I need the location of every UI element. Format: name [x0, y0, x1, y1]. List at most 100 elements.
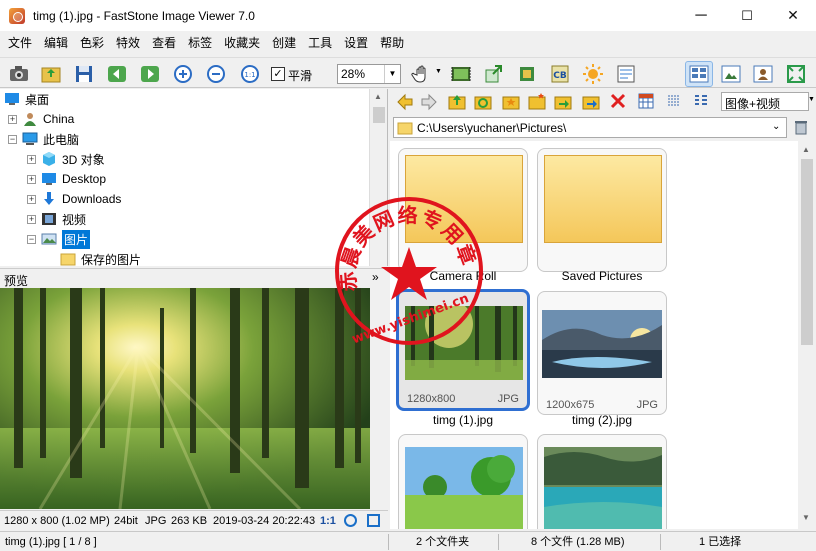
menu-settings[interactable]: 设置	[338, 31, 374, 56]
info-bits: 24bit	[114, 515, 138, 527]
menu-tools[interactable]: 工具	[302, 31, 338, 56]
menu-favorites[interactable]: 收藏夹	[218, 31, 266, 56]
watermark-stamp: 赤晨美网络专用章 www.yishimei.cn	[335, 197, 483, 347]
thumbnail-resolution: 1280x800	[407, 393, 456, 405]
tree-item-saved-pictures[interactable]: 保存的图片	[60, 249, 141, 266]
preview-image[interactable]	[0, 288, 370, 509]
list-view-icon[interactable]	[693, 93, 709, 109]
expander-downloads[interactable]: +	[27, 195, 36, 204]
close-button[interactable]: ✕	[770, 0, 816, 31]
tree-item-this-pc[interactable]: 此电脑	[22, 129, 79, 149]
previous-icon[interactable]	[106, 63, 128, 85]
tree-item-downloads[interactable]: Downloads	[41, 189, 121, 209]
actual-size-icon[interactable]: 1:1	[239, 63, 261, 85]
menu-tags[interactable]: 标签	[182, 31, 218, 56]
crop-icon[interactable]	[516, 63, 538, 85]
scroll-thumb[interactable]	[801, 159, 813, 345]
expander-china[interactable]: +	[8, 115, 17, 124]
fit-icon[interactable]	[344, 514, 357, 527]
layout-preview-icon[interactable]	[720, 63, 742, 85]
desktop-icon	[5, 93, 19, 105]
tree-item-videos[interactable]: 视频	[41, 209, 86, 229]
scroll-up-icon[interactable]: ▲	[802, 145, 810, 154]
menu-view[interactable]: 查看	[146, 31, 182, 56]
preview-header: 预览 »	[0, 268, 388, 288]
copy-to-icon[interactable]	[554, 92, 572, 110]
app-window: timg (1).jpg - FastStone Image Viewer 7.…	[0, 0, 816, 551]
minimize-button[interactable]: ─	[678, 0, 724, 31]
expander-3d-objects[interactable]: +	[27, 155, 36, 164]
hand-dropdown-icon[interactable]: ▼	[435, 68, 442, 75]
view-mode-select[interactable]: 图像+视频 ▼	[721, 92, 815, 111]
brightness-icon[interactable]	[582, 63, 604, 85]
thumbnail-saved-pictures[interactable]	[537, 148, 667, 272]
tree-item-label: 桌面	[25, 92, 50, 107]
menu-effects[interactable]: 特效	[110, 31, 146, 56]
fullsize-icon[interactable]	[367, 514, 380, 527]
expander-this-pc[interactable]: −	[8, 135, 17, 144]
expander-videos[interactable]: +	[27, 215, 36, 224]
contact-sheet-icon[interactable]: CB	[549, 63, 571, 85]
chevron-down-icon[interactable]: ⌄	[772, 121, 780, 132]
window-title: timg (1).jpg - FastStone Image Viewer 7.…	[33, 8, 255, 23]
thumbnail-label: Saved Pictures	[561, 269, 643, 283]
zoom-out-icon[interactable]	[205, 63, 227, 85]
tree-item-3d-objects[interactable]: 3D 对象	[41, 149, 105, 169]
scroll-thumb[interactable]	[373, 107, 385, 123]
maximize-button[interactable]: ☐	[724, 0, 770, 31]
slideshow-icon[interactable]	[450, 63, 472, 85]
expander-desktop[interactable]: +	[27, 175, 36, 184]
layout-person-icon[interactable]	[752, 63, 774, 85]
layout-browser-icon[interactable]	[685, 61, 713, 87]
tree-item-label: 此电脑	[43, 132, 80, 147]
folder-up-icon[interactable]	[448, 92, 466, 110]
menu-create[interactable]: 创建	[266, 31, 302, 56]
tree-item-pictures[interactable]: 图片	[41, 229, 91, 249]
smooth-label: 平滑	[288, 69, 313, 83]
smooth-checkbox[interactable]: ✓	[271, 67, 285, 81]
thumbnail-scrollbar[interactable]: ▲ ▼	[798, 141, 816, 529]
camera-icon[interactable]	[8, 63, 30, 85]
recycle-bin-icon[interactable]	[792, 118, 810, 136]
thumbnail-image-5[interactable]	[398, 434, 528, 529]
hand-icon[interactable]	[411, 63, 433, 85]
menu-color[interactable]: 色彩	[74, 31, 110, 56]
next-icon[interactable]	[139, 63, 161, 85]
thumbnail-image-6[interactable]	[537, 434, 667, 529]
tree-item-desktop-root[interactable]: 桌面	[4, 89, 49, 109]
batch-icon[interactable]	[615, 63, 637, 85]
open-folder-icon[interactable]	[40, 63, 62, 85]
favorite-folder-icon[interactable]	[502, 92, 520, 110]
tree-item-label: 视频	[62, 212, 87, 227]
path-bar[interactable]: C:\Users\yuchaner\Pictures\ ⌄	[393, 117, 787, 138]
menu-file[interactable]: 文件	[2, 31, 38, 56]
picture-icon	[41, 233, 57, 245]
thumbnail-timg-2[interactable]: 1200x675 JPG	[537, 291, 667, 415]
zoom-select[interactable]: 28% ▼	[337, 64, 401, 84]
info-ratio[interactable]: 1:1	[320, 515, 336, 527]
expander-pictures[interactable]: −	[27, 235, 36, 244]
scroll-up-icon[interactable]: ▲	[374, 92, 382, 101]
back-icon[interactable]	[396, 93, 414, 111]
move-to-icon[interactable]	[582, 92, 600, 110]
new-folder-icon[interactable]	[528, 92, 546, 110]
scroll-down-icon[interactable]: ▼	[802, 513, 810, 522]
tree-item-china[interactable]: China	[22, 109, 74, 129]
thumbnail-view-icon[interactable]	[638, 93, 654, 109]
detail-view-icon[interactable]	[666, 93, 682, 109]
thumbnail-image	[542, 310, 662, 378]
delete-icon[interactable]	[610, 93, 626, 109]
app-icon	[9, 7, 25, 24]
stamp-url: www.yishimei.cn	[350, 291, 471, 347]
menu-help[interactable]: 帮助	[374, 31, 410, 56]
export-icon[interactable]	[483, 63, 505, 85]
tree-item-desktop[interactable]: Desktop	[41, 169, 106, 189]
forward-icon[interactable]	[420, 93, 438, 111]
save-icon[interactable]	[73, 63, 95, 85]
main-toolbar: 1:1 ✓ 平滑 28% ▼ ▼ CB	[0, 57, 816, 88]
refresh-icon[interactable]	[474, 92, 492, 110]
fullscreen-icon[interactable]	[785, 63, 807, 85]
menu-edit[interactable]: 编辑	[38, 31, 74, 56]
tree-item-label: 保存的图片	[81, 252, 142, 267]
zoom-in-icon[interactable]	[172, 63, 194, 85]
